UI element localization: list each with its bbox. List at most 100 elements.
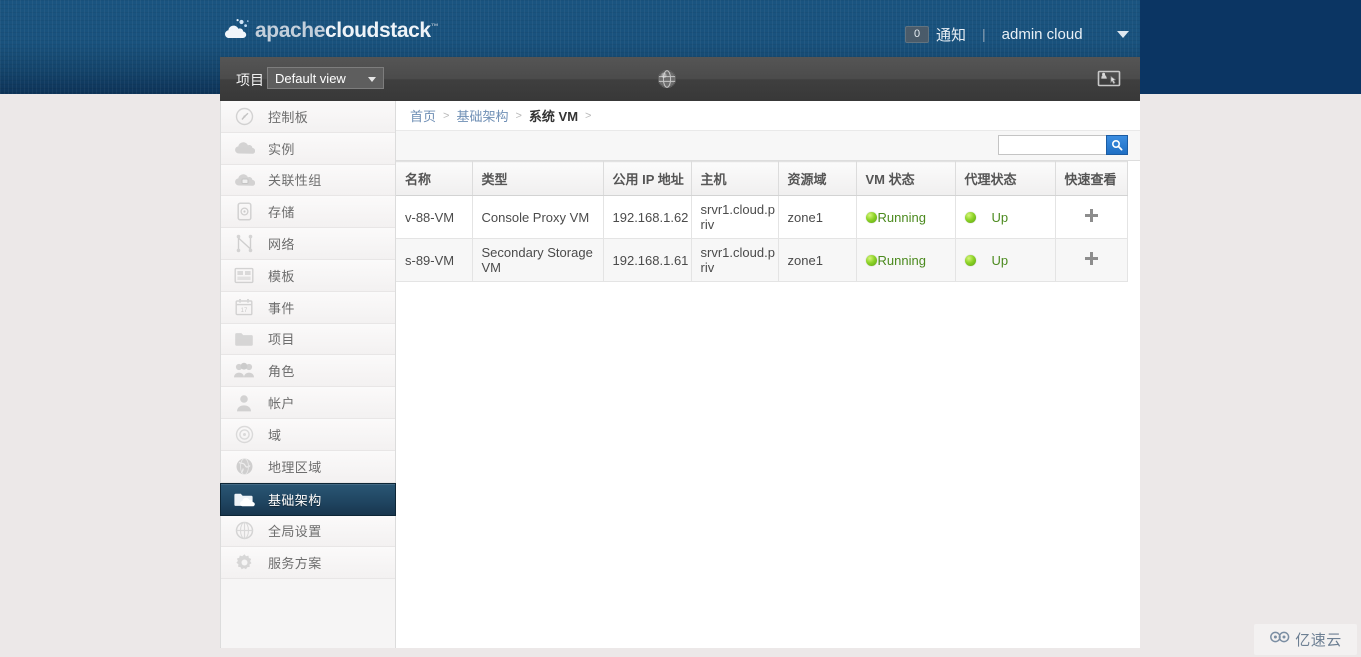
search-button[interactable] xyxy=(1106,135,1128,155)
sidebar-item-label: 基础架构 xyxy=(268,492,322,508)
cell-agent-state: Up xyxy=(955,195,1056,239)
sidebar-item-label: 控制板 xyxy=(268,109,309,125)
sidebar-item-affinity-groups[interactable]: 关联性组 xyxy=(221,164,395,197)
status-badge-agent-state: Up xyxy=(964,209,1055,225)
status-led-icon xyxy=(865,254,877,266)
search-box xyxy=(998,135,1128,155)
sidebar-item-label: 事件 xyxy=(268,300,295,316)
cell-vm-state: Running xyxy=(856,195,956,239)
status-text: Up xyxy=(991,252,1009,268)
sidebar-item-label: 项目 xyxy=(268,332,295,348)
sidebar-item-label: 实例 xyxy=(268,141,295,157)
sidebar-navigation: 控制板 实例 关联性组 存储 网络 模板 17 事件 项目 角色 帐户 域 地理… xyxy=(220,101,396,648)
column-header-public-ip[interactable]: 公用 IP 地址 xyxy=(603,161,692,196)
project-view-select[interactable]: Default view xyxy=(267,67,384,89)
sidebar-item-accounts[interactable]: 帐户 xyxy=(221,387,395,419)
header-right-controls: 0 通知 | admin cloud xyxy=(905,22,1129,46)
cell-vm-state: Running xyxy=(856,238,956,282)
cell-public-ip: 192.168.1.61 xyxy=(603,238,692,282)
network-icon xyxy=(229,232,259,256)
sidebar-item-dashboard[interactable]: 控制板 xyxy=(221,101,395,133)
column-header-host[interactable]: 主机 xyxy=(691,161,779,196)
top-header-band-right xyxy=(1140,0,1361,94)
cell-quickview xyxy=(1055,238,1128,282)
breadcrumb-item-infrastructure[interactable]: 基础架构 xyxy=(456,106,508,125)
status-badge-vm-state: Running xyxy=(865,209,955,225)
logo-text-cloudstack: cloudstack xyxy=(324,19,431,42)
search-input[interactable] xyxy=(998,135,1106,155)
sidebar-item-projects[interactable]: 项目 xyxy=(221,323,395,356)
sidebar-item-regions[interactable]: 地理区域 xyxy=(221,450,395,483)
column-header-zone[interactable]: 资源域 xyxy=(778,161,857,196)
sidebar-item-roles[interactable]: 角色 xyxy=(221,355,395,388)
content-toolbar-row xyxy=(396,130,1140,161)
sidebar-item-templates[interactable]: 模板 xyxy=(221,259,395,292)
cloud-logo-icon xyxy=(223,18,253,44)
system-vm-table: 名称 类型 公用 IP 地址 主机 资源域 VM 状态 代理状态 快速查看 v-… xyxy=(396,161,1128,282)
dashboard-icon xyxy=(229,104,259,128)
app-panel: 控制板 实例 关联性组 存储 网络 模板 17 事件 项目 角色 帐户 域 地理… xyxy=(220,101,1140,648)
status-led-icon xyxy=(964,254,976,266)
cell-type: Secondary Storage VM xyxy=(472,238,604,282)
affinity-group-icon xyxy=(229,168,259,192)
sidebar-item-label: 帐户 xyxy=(268,396,295,412)
column-header-name[interactable]: 名称 xyxy=(396,161,473,196)
sidebar-item-infrastructure[interactable]: 基础架构 xyxy=(220,482,396,516)
column-header-agent-state[interactable]: 代理状态 xyxy=(955,161,1056,196)
sidebar-item-service-offerings[interactable]: 服务方案 xyxy=(221,547,395,580)
logo-trademark: ™ xyxy=(430,22,439,31)
storage-disk-icon xyxy=(229,200,259,224)
status-badge-vm-state: Running xyxy=(865,252,955,268)
breadcrumb-separator: > xyxy=(443,109,450,122)
status-led-icon xyxy=(964,211,976,223)
yisuyun-logo-icon xyxy=(1269,630,1291,649)
status-text: Running xyxy=(877,252,926,268)
sidebar-item-label: 关联性组 xyxy=(268,173,322,189)
column-header-quickview[interactable]: 快速查看 xyxy=(1055,161,1128,196)
instances-cloud-icon xyxy=(229,136,259,160)
sidebar-item-instances[interactable]: 实例 xyxy=(221,132,395,165)
breadcrumb-item-home[interactable]: 首页 xyxy=(410,106,436,125)
cell-zone: zone1 xyxy=(778,238,857,282)
templates-icon xyxy=(229,263,259,287)
header-divider: | xyxy=(982,26,986,42)
sidebar-item-network[interactable]: 网络 xyxy=(221,228,395,260)
watermark-text: 亿速云 xyxy=(1295,632,1342,649)
sidebar-item-label: 服务方案 xyxy=(268,556,322,572)
sidebar-item-label: 网络 xyxy=(268,237,295,253)
console-viewer-icon[interactable] xyxy=(1095,67,1123,91)
status-led-icon xyxy=(865,211,877,223)
roles-users-icon xyxy=(229,359,259,383)
notifications-link[interactable]: 通知 xyxy=(936,24,966,45)
plus-icon[interactable] xyxy=(1084,209,1098,222)
sidebar-item-label: 模板 xyxy=(268,268,295,284)
sidebar-item-global-settings[interactable]: 全局设置 xyxy=(221,515,395,548)
sidebar-item-events[interactable]: 17 事件 xyxy=(221,291,395,324)
app-logo[interactable]: apachecloudstack™ xyxy=(223,14,439,48)
table-row[interactable]: v-88-VM Console Proxy VM 192.168.1.62 sr… xyxy=(396,195,1128,239)
regions-globe-icon xyxy=(229,454,259,478)
column-header-vm-state[interactable]: VM 状态 xyxy=(856,161,956,196)
cell-name: v-88-VM xyxy=(396,195,473,239)
project-toolbar: 项目 Default view xyxy=(220,57,1140,101)
status-text: Running xyxy=(877,209,926,225)
service-offerings-gear-icon xyxy=(229,551,259,575)
chevron-down-icon[interactable] xyxy=(1116,30,1129,38)
sidebar-item-label: 全局设置 xyxy=(268,524,322,540)
status-text: Up xyxy=(991,209,1009,225)
column-header-type[interactable]: 类型 xyxy=(472,161,604,196)
events-calendar-icon: 17 xyxy=(229,295,259,319)
sidebar-item-storage[interactable]: 存储 xyxy=(221,196,395,229)
sidebar-item-domains[interactable]: 域 xyxy=(221,418,395,451)
search-icon xyxy=(1111,139,1123,151)
status-badge-agent-state: Up xyxy=(964,252,1055,268)
project-view-select-value: Default view xyxy=(275,71,346,86)
table-row[interactable]: s-89-VM Secondary Storage VM 192.168.1.6… xyxy=(396,238,1128,282)
sidebar-item-label: 存储 xyxy=(268,205,295,221)
sidebar-item-label: 地理区域 xyxy=(268,459,322,475)
globe-refresh-icon[interactable] xyxy=(657,69,677,89)
notification-count-badge[interactable]: 0 xyxy=(905,25,929,43)
cell-public-ip: 192.168.1.62 xyxy=(603,195,692,239)
plus-icon[interactable] xyxy=(1084,252,1098,265)
user-account-label[interactable]: admin cloud xyxy=(1002,26,1083,43)
